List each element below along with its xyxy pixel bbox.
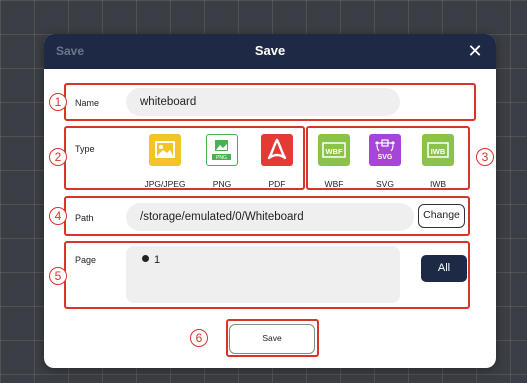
annotation-box-3 xyxy=(306,126,470,190)
annotation-box-6 xyxy=(226,319,319,357)
annotation-badge-3: 3 xyxy=(476,148,494,166)
annotation-box-2 xyxy=(64,126,305,190)
annotation-badge-4: 4 xyxy=(49,207,67,225)
dialog-title: Save xyxy=(254,43,286,58)
save-dialog: Save Save ✕ Name whiteboard Type JPG/JPE… xyxy=(44,34,496,368)
annotation-box-4 xyxy=(64,196,470,236)
annotation-badge-1: 1 xyxy=(49,93,67,111)
dialog-header: Save Save ✕ xyxy=(44,34,496,69)
annotation-box-1 xyxy=(64,83,476,121)
close-icon[interactable]: ✕ xyxy=(464,40,486,62)
annotation-box-5 xyxy=(64,241,470,309)
annotation-badge-5: 5 xyxy=(49,267,67,285)
annotation-badge-6: 6 xyxy=(190,329,208,347)
annotation-badge-2: 2 xyxy=(49,148,67,166)
